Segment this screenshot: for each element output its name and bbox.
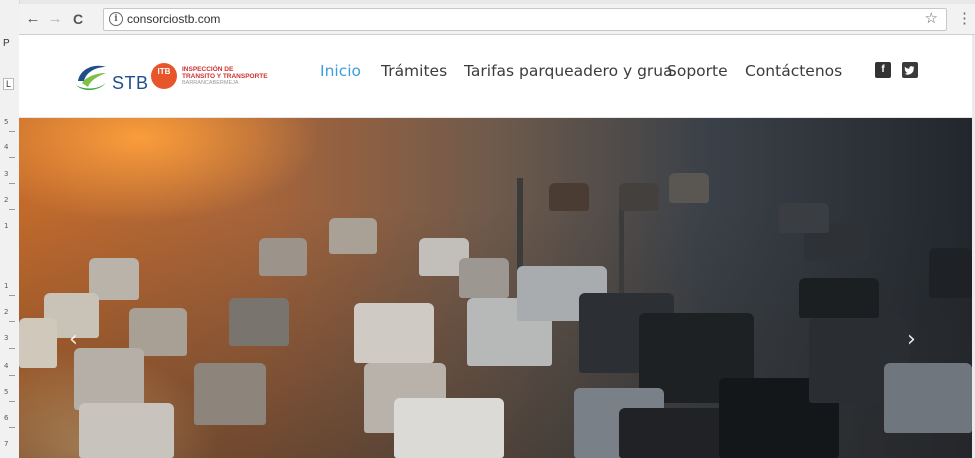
ruler-p-label: P xyxy=(3,38,10,49)
facebook-icon[interactable]: f xyxy=(875,62,891,78)
car xyxy=(329,218,377,254)
car xyxy=(194,363,266,425)
car xyxy=(669,173,709,203)
nav-tramites[interactable]: Trámites xyxy=(381,62,447,80)
itb-badge-text: ITB xyxy=(157,67,171,76)
ruler-tick xyxy=(9,209,15,210)
ruler-tick xyxy=(9,321,15,322)
car xyxy=(799,278,879,318)
twitter-bird-icon xyxy=(904,66,915,75)
car xyxy=(259,238,307,276)
address-url[interactable]: consorciostb.com xyxy=(127,12,220,26)
back-button[interactable]: ← xyxy=(23,9,43,29)
side-ruler: P L 5 4 3 2 1 1 2 3 4 5 6 7 xyxy=(0,0,20,458)
forward-button[interactable]: → xyxy=(45,9,65,29)
itb-line-3: BARRANCABERMEJA xyxy=(182,80,239,86)
ruler-tick xyxy=(9,375,15,376)
ruler-number: 4 xyxy=(4,143,9,151)
itb-line-1: INSPECCIÓN DE xyxy=(182,66,234,73)
ruler-tick xyxy=(9,157,15,158)
ruler-number: 1 xyxy=(4,282,9,290)
car xyxy=(884,363,972,433)
browser-toolbar: ← → C i consorciostb.com ☆ ⋮ xyxy=(19,4,975,35)
car xyxy=(459,258,509,298)
car xyxy=(79,403,174,458)
itb-logo-text[interactable]: INSPECCIÓN DE TRANSITO Y TRANSPORTE BARR… xyxy=(182,66,268,87)
stb-logo-text[interactable]: STB xyxy=(112,73,149,94)
ruler-number: 2 xyxy=(4,308,9,316)
nav-tarifas[interactable]: Tarifas parqueadero y grua xyxy=(464,62,673,80)
ruler-number: 3 xyxy=(4,170,9,178)
ruler-tab-stop[interactable]: L xyxy=(3,78,14,90)
nav-contactenos[interactable]: Contáctenos xyxy=(745,62,842,80)
car xyxy=(229,298,289,346)
car xyxy=(929,248,972,298)
browser-menu-icon[interactable]: ⋮ xyxy=(957,10,972,28)
stb-logo-icon[interactable] xyxy=(74,61,110,93)
car xyxy=(74,348,144,410)
ruler-tick xyxy=(9,348,15,349)
bookmark-star-icon[interactable]: ☆ xyxy=(925,9,938,29)
ruler-number: 5 xyxy=(4,388,9,396)
ruler-tick xyxy=(9,295,15,296)
twitter-icon[interactable] xyxy=(902,62,918,78)
ruler-tick xyxy=(9,183,15,184)
car xyxy=(549,183,589,211)
site-header: STB ITB INSPECCIÓN DE TRANSITO Y TRANSPO… xyxy=(19,35,972,118)
car xyxy=(619,183,659,211)
address-bar[interactable]: i consorciostb.com ☆ xyxy=(103,8,947,31)
ruler-number: 3 xyxy=(4,334,9,342)
itb-line-2: TRANSITO Y TRANSPORTE xyxy=(182,73,268,80)
ruler-number: 4 xyxy=(4,362,9,370)
ruler-tick xyxy=(9,401,15,402)
ruler-tick xyxy=(9,427,15,428)
info-icon[interactable]: i xyxy=(109,12,123,26)
car xyxy=(394,398,504,458)
ruler-number: 7 xyxy=(4,440,9,448)
ruler-number: 2 xyxy=(4,196,9,204)
reload-button[interactable]: C xyxy=(68,9,88,29)
slider-prev-arrow[interactable]: ‹ xyxy=(69,328,78,352)
ruler-number: 1 xyxy=(4,222,9,230)
nav-soporte[interactable]: Soporte xyxy=(667,62,728,80)
ruler-number: 5 xyxy=(4,118,9,126)
car xyxy=(19,318,57,368)
nav-inicio[interactable]: Inicio xyxy=(320,62,361,80)
hero-slider-image: ‹ › xyxy=(19,118,972,458)
car xyxy=(779,203,829,233)
slider-next-arrow[interactable]: › xyxy=(907,328,916,352)
itb-logo-icon[interactable]: ITB xyxy=(151,63,177,89)
ruler-tick xyxy=(9,131,15,132)
ruler-number: 6 xyxy=(4,414,9,422)
car xyxy=(354,303,434,363)
